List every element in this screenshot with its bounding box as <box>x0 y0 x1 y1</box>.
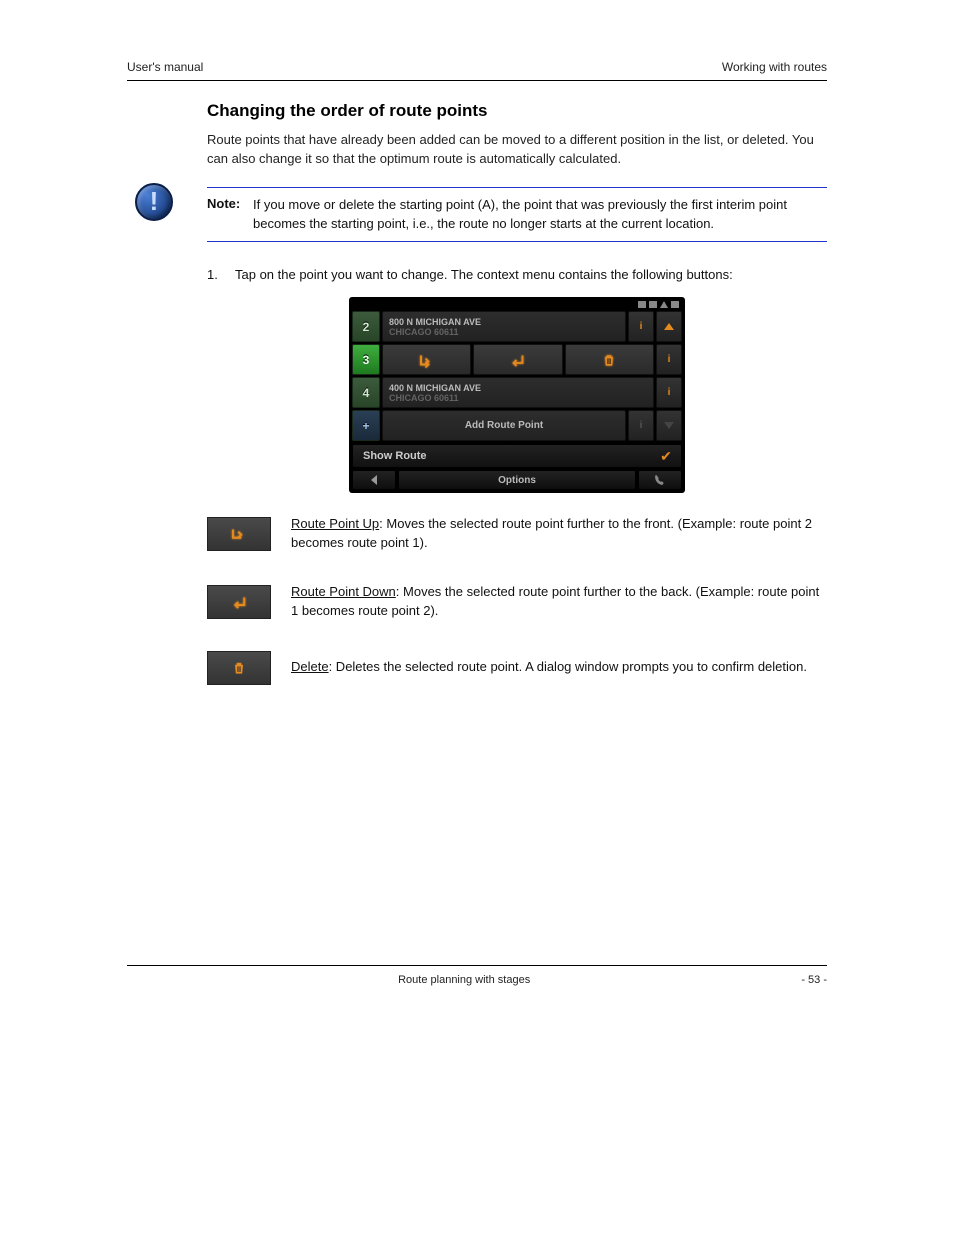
device-bottom-bar: Options <box>352 470 682 490</box>
legend-row-down: Route Point Down: Moves the selected rou… <box>207 583 827 621</box>
note-rule-top <box>207 187 827 188</box>
step-number: 1. <box>207 266 225 285</box>
route-row: 4 400 N MICHIGAN AVE CHICAGO 60611 i <box>352 377 682 408</box>
header-rule <box>127 80 827 81</box>
note-text: If you move or delete the starting point… <box>253 196 827 234</box>
route-up-icon <box>230 526 248 542</box>
route-badge[interactable]: 4 <box>352 377 380 408</box>
note-block: ! Note: If you move or delete the starti… <box>207 187 827 243</box>
legend-icon-down <box>207 585 271 619</box>
options-button[interactable]: Options <box>398 470 636 490</box>
info-button-disabled: i <box>628 410 654 441</box>
note-rule-bottom <box>207 241 827 242</box>
footer-center: Route planning with stages <box>398 974 530 986</box>
scroll-up-button[interactable] <box>656 311 682 342</box>
check-icon: ✔ <box>651 445 681 467</box>
legend-row-delete: Delete: Deletes the selected route point… <box>207 651 827 685</box>
page-footer: Route planning with stages - 53 - <box>127 965 827 986</box>
show-route-button[interactable]: Show Route ✔ <box>352 444 682 468</box>
route-row-active: 3 i <box>352 344 682 375</box>
back-button[interactable] <box>352 470 396 490</box>
delete-route-point-button[interactable] <box>565 344 654 375</box>
info-button[interactable]: i <box>628 311 654 342</box>
step-text: Tap on the point you want to change. The… <box>235 266 733 285</box>
trash-icon <box>231 659 247 677</box>
add-route-badge[interactable]: + <box>352 410 380 441</box>
add-route-point-row: + Add Route Point i <box>352 410 682 441</box>
phone-icon <box>653 473 667 487</box>
info-button[interactable]: i <box>656 344 682 375</box>
header-right: Working with routes <box>722 60 827 74</box>
phone-button[interactable] <box>638 470 682 490</box>
legend-desc-down: Route Point Down: Moves the selected rou… <box>291 583 827 621</box>
legend-desc-delete: Delete: Deletes the selected route point… <box>291 658 827 677</box>
note-icon: ! <box>135 183 173 221</box>
header-left: User's manual <box>127 60 203 74</box>
context-menu-bar <box>382 344 654 375</box>
legend-icon-delete <box>207 651 271 685</box>
footer-rule <box>127 965 827 966</box>
route-point-down-button[interactable] <box>473 344 562 375</box>
intro-paragraph: Route points that have already been adde… <box>207 131 827 169</box>
section-title: Changing the order of route points <box>207 101 827 121</box>
route-down-icon <box>230 594 248 610</box>
route-up-icon <box>418 352 436 368</box>
info-button[interactable]: i <box>656 377 682 408</box>
page-header: User's manual Working with routes <box>127 60 827 81</box>
route-point-up-button[interactable] <box>382 344 471 375</box>
footer-right: - 53 - <box>801 974 827 986</box>
route-badge[interactable]: 2 <box>352 311 380 342</box>
device-screenshot: 2 800 N MICHIGAN AVE CHICAGO 60611 i 3 <box>349 297 685 493</box>
add-route-point-button[interactable]: Add Route Point <box>382 410 626 441</box>
route-badge-active[interactable]: 3 <box>352 344 380 375</box>
route-address[interactable]: 800 N MICHIGAN AVE CHICAGO 60611 <box>382 311 626 342</box>
scroll-down-button[interactable] <box>656 410 682 441</box>
route-address[interactable]: 400 N MICHIGAN AVE CHICAGO 60611 <box>382 377 654 408</box>
note-label: Note: <box>207 196 253 234</box>
legend-row-up: Route Point Up: Moves the selected route… <box>207 515 827 553</box>
trash-icon <box>600 352 618 368</box>
legend-desc-up: Route Point Up: Moves the selected route… <box>291 515 827 553</box>
route-down-icon <box>509 352 527 368</box>
device-route-list: 2 800 N MICHIGAN AVE CHICAGO 60611 i 3 <box>351 310 683 443</box>
step-1: 1. Tap on the point you want to change. … <box>207 266 827 285</box>
route-row: 2 800 N MICHIGAN AVE CHICAGO 60611 i <box>352 311 682 342</box>
legend-icon-up <box>207 517 271 551</box>
device-status-bar <box>351 299 683 310</box>
